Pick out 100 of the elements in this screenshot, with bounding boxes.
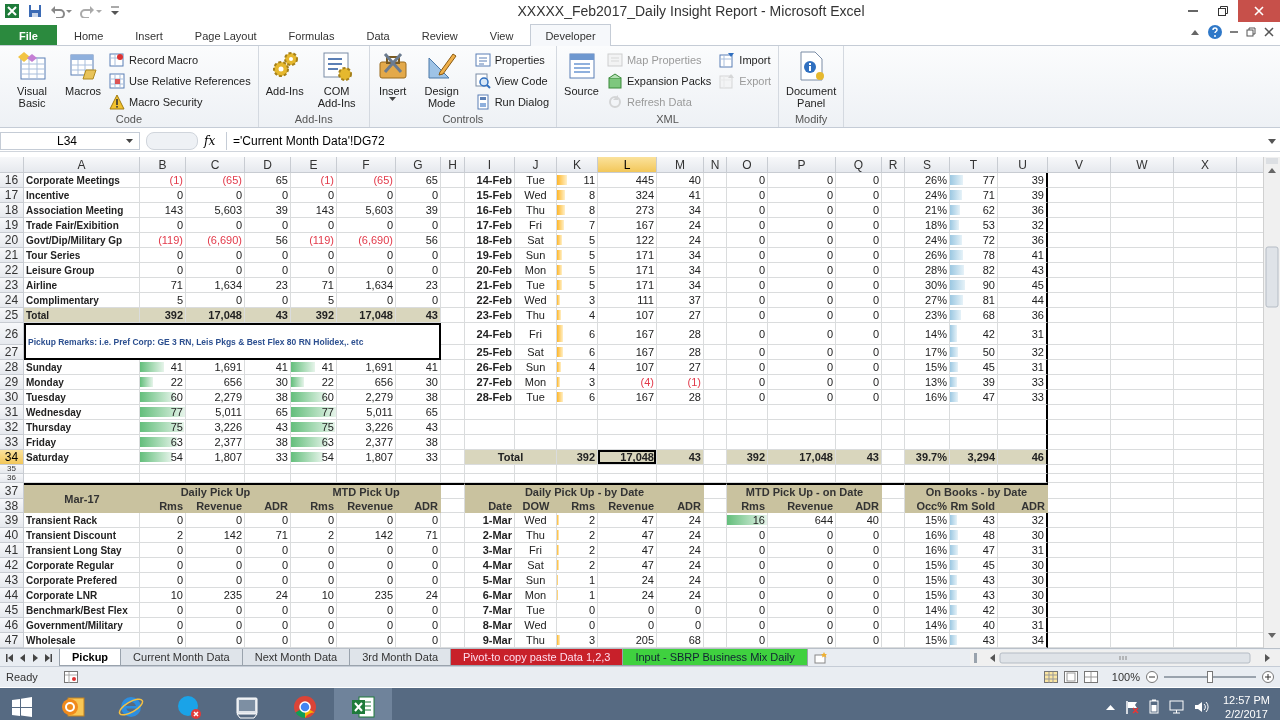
- ribbon-button[interactable]: Expansion Packs: [603, 71, 715, 91]
- row-header[interactable]: 17: [0, 188, 24, 203]
- ribbon-button[interactable]: Macros: [62, 48, 105, 113]
- ribbon-button[interactable]: Properties: [471, 50, 553, 70]
- group-label: Add-Ins: [293, 113, 334, 127]
- row-header[interactable]: 18: [0, 203, 24, 218]
- sheet-tab[interactable]: Current Month Data: [120, 649, 243, 666]
- sheet-cell: 3: [588, 634, 595, 646]
- column-header[interactable]: E: [291, 157, 337, 173]
- column-header[interactable]: T: [950, 157, 998, 173]
- ribbon-button[interactable]: Run Dialog: [471, 92, 553, 112]
- row-header[interactable]: 45: [0, 603, 24, 618]
- row-header[interactable]: 27: [0, 345, 24, 360]
- row-header[interactable]: 25: [0, 308, 24, 323]
- ribbon-tab[interactable]: Review: [406, 25, 473, 45]
- sheet-tab[interactable]: Input - SBRP Business Mix Daily: [622, 649, 808, 666]
- column-header[interactable]: V: [1048, 157, 1111, 173]
- formula-field[interactable]: ='Current Month Data'!DG72: [226, 132, 1264, 150]
- column-header[interactable]: G: [396, 157, 441, 173]
- row-header[interactable]: 34: [0, 450, 24, 465]
- column-header[interactable]: Q: [836, 157, 882, 173]
- sheet-cell: 10: [291, 588, 337, 603]
- column-header[interactable]: P: [768, 157, 836, 173]
- column-header[interactable]: B: [140, 157, 186, 173]
- sheet-tab[interactable]: Pivot-to copy paste Data 1,2,3: [450, 649, 624, 666]
- row-header[interactable]: 43: [0, 573, 24, 588]
- ribbon-tab[interactable]: Formulas: [273, 25, 350, 45]
- column-header[interactable]: W: [1111, 157, 1174, 173]
- ribbon-tab[interactable]: View: [474, 25, 529, 45]
- row-header[interactable]: 39: [0, 513, 24, 528]
- ribbon-tab[interactable]: Insert: [120, 25, 178, 45]
- row-header[interactable]: 47: [0, 633, 24, 648]
- column-header[interactable]: R: [882, 157, 905, 173]
- sheet-cell: 41: [396, 360, 441, 375]
- ribbon-button[interactable]: View Code: [471, 71, 553, 91]
- ribbon-button[interactable]: Use Relative References: [106, 71, 254, 91]
- row-header[interactable]: 21: [0, 248, 24, 263]
- ribbon-button[interactable]: Visual Basic: [4, 48, 60, 113]
- row-header[interactable]: 42: [0, 558, 24, 573]
- column-header[interactable]: J: [515, 157, 557, 173]
- column-header[interactable]: M: [657, 157, 704, 173]
- row-header[interactable]: 29: [0, 375, 24, 390]
- column-header[interactable]: N: [704, 157, 727, 173]
- sheet-cell: 90: [982, 279, 995, 291]
- name-box[interactable]: L34: [0, 132, 140, 150]
- row-header[interactable]: 16: [0, 173, 24, 188]
- ribbon-tab[interactable]: Developer: [530, 24, 611, 46]
- ribbon-tab[interactable]: Page Layout: [179, 25, 272, 45]
- sheet-cell: 0: [768, 248, 836, 263]
- row-header[interactable]: 46: [0, 618, 24, 633]
- column-header[interactable]: D: [245, 157, 291, 173]
- column-header[interactable]: F: [337, 157, 396, 173]
- ribbon-button[interactable]: Source: [561, 48, 602, 113]
- column-header[interactable]: X: [1174, 157, 1237, 173]
- row-header[interactable]: 32: [0, 420, 24, 435]
- column-header[interactable]: A: [24, 157, 140, 173]
- ribbon-button[interactable]: Add-Ins: [262, 48, 307, 113]
- column-header[interactable]: H: [441, 157, 465, 173]
- sheet-cell: 0: [291, 513, 337, 528]
- ribbon-button[interactable]: COM Add-Ins: [308, 48, 365, 113]
- clock[interactable]: 12:57 PM 2/2/2017: [1222, 692, 1270, 720]
- row-header[interactable]: 24: [0, 293, 24, 308]
- column-header[interactable]: C: [186, 157, 245, 173]
- row-header[interactable]: 26: [0, 323, 24, 345]
- column-header[interactable]: K: [557, 157, 598, 173]
- column-header[interactable]: O: [727, 157, 768, 173]
- ribbon-tab[interactable]: Home: [58, 25, 119, 45]
- row-header[interactable]: 31: [0, 405, 24, 420]
- ribbon-button[interactable]: Macro Security: [106, 92, 254, 112]
- sheet-tab[interactable]: Pickup: [59, 649, 122, 666]
- row-header[interactable]: 38: [0, 499, 24, 513]
- row-header[interactable]: 37: [0, 483, 24, 499]
- ribbon-tab[interactable]: Data: [351, 25, 405, 45]
- column-subheader: ADR: [245, 499, 291, 513]
- column-header[interactable]: U: [998, 157, 1048, 173]
- ribbon-button[interactable]: Import: [716, 50, 775, 70]
- row-header[interactable]: 23: [0, 278, 24, 293]
- row-header[interactable]: 30: [0, 390, 24, 405]
- ribbon-button[interactable]: Document Panel: [783, 48, 840, 113]
- column-header[interactable]: I: [465, 157, 515, 173]
- sheet-cell: 0: [768, 188, 836, 203]
- sheet-cell: 0: [245, 543, 291, 558]
- sheet-tab[interactable]: 3rd Month Data: [349, 649, 452, 666]
- row-header[interactable]: 22: [0, 263, 24, 278]
- row-header[interactable]: 33: [0, 435, 24, 450]
- row-header[interactable]: 20: [0, 233, 24, 248]
- row-header[interactable]: 28: [0, 360, 24, 375]
- sheet-cell: 1,807: [337, 450, 396, 465]
- ribbon-tab[interactable]: File: [0, 25, 57, 45]
- column-header[interactable]: L: [598, 157, 657, 173]
- ribbon-button[interactable]: Record Macro: [106, 50, 254, 70]
- sheet-tab[interactable]: Next Month Data: [241, 649, 351, 666]
- row-header[interactable]: 44: [0, 588, 24, 603]
- row-header[interactable]: 40: [0, 528, 24, 543]
- column-header[interactable]: S: [905, 157, 950, 173]
- insert-function-button[interactable]: fx: [204, 134, 226, 148]
- row-header[interactable]: 41: [0, 543, 24, 558]
- ribbon-button[interactable]: Insert: [373, 48, 412, 113]
- row-header[interactable]: 19: [0, 218, 24, 233]
- ribbon-button[interactable]: Design Mode: [413, 48, 470, 113]
